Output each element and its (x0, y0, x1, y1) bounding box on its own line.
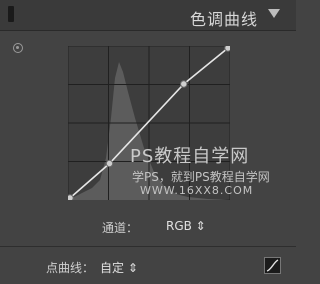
curve-edit-icon (266, 259, 279, 272)
watermark-subtitle: 学PS，就到PS教程自学网 (132, 170, 270, 184)
curve-control-point[interactable] (180, 80, 188, 88)
watermark-title: PS教程自学网 (130, 146, 250, 167)
panel-handle[interactable] (8, 6, 14, 22)
panel-header[interactable]: 色调曲线 (0, 0, 296, 31)
curve-control-point[interactable] (105, 159, 114, 168)
watermark-url: WWW.16XX8.COM (140, 184, 254, 197)
point-curve-select[interactable]: 自定 ⇕ (100, 259, 138, 276)
panel-title: 色调曲线 (189, 10, 258, 29)
curve-control-point[interactable] (224, 44, 232, 52)
collapse-arrow-icon[interactable] (268, 9, 280, 18)
curve-control-point[interactable] (66, 194, 74, 202)
divider (0, 246, 296, 247)
edit-point-curve-button[interactable] (264, 257, 281, 274)
point-curve-label: 点曲线： (46, 261, 95, 275)
channel-select[interactable]: RGB ⇕ (166, 219, 206, 233)
channel-label: 通道： (102, 221, 139, 235)
target-adjust-icon[interactable] (13, 43, 23, 53)
